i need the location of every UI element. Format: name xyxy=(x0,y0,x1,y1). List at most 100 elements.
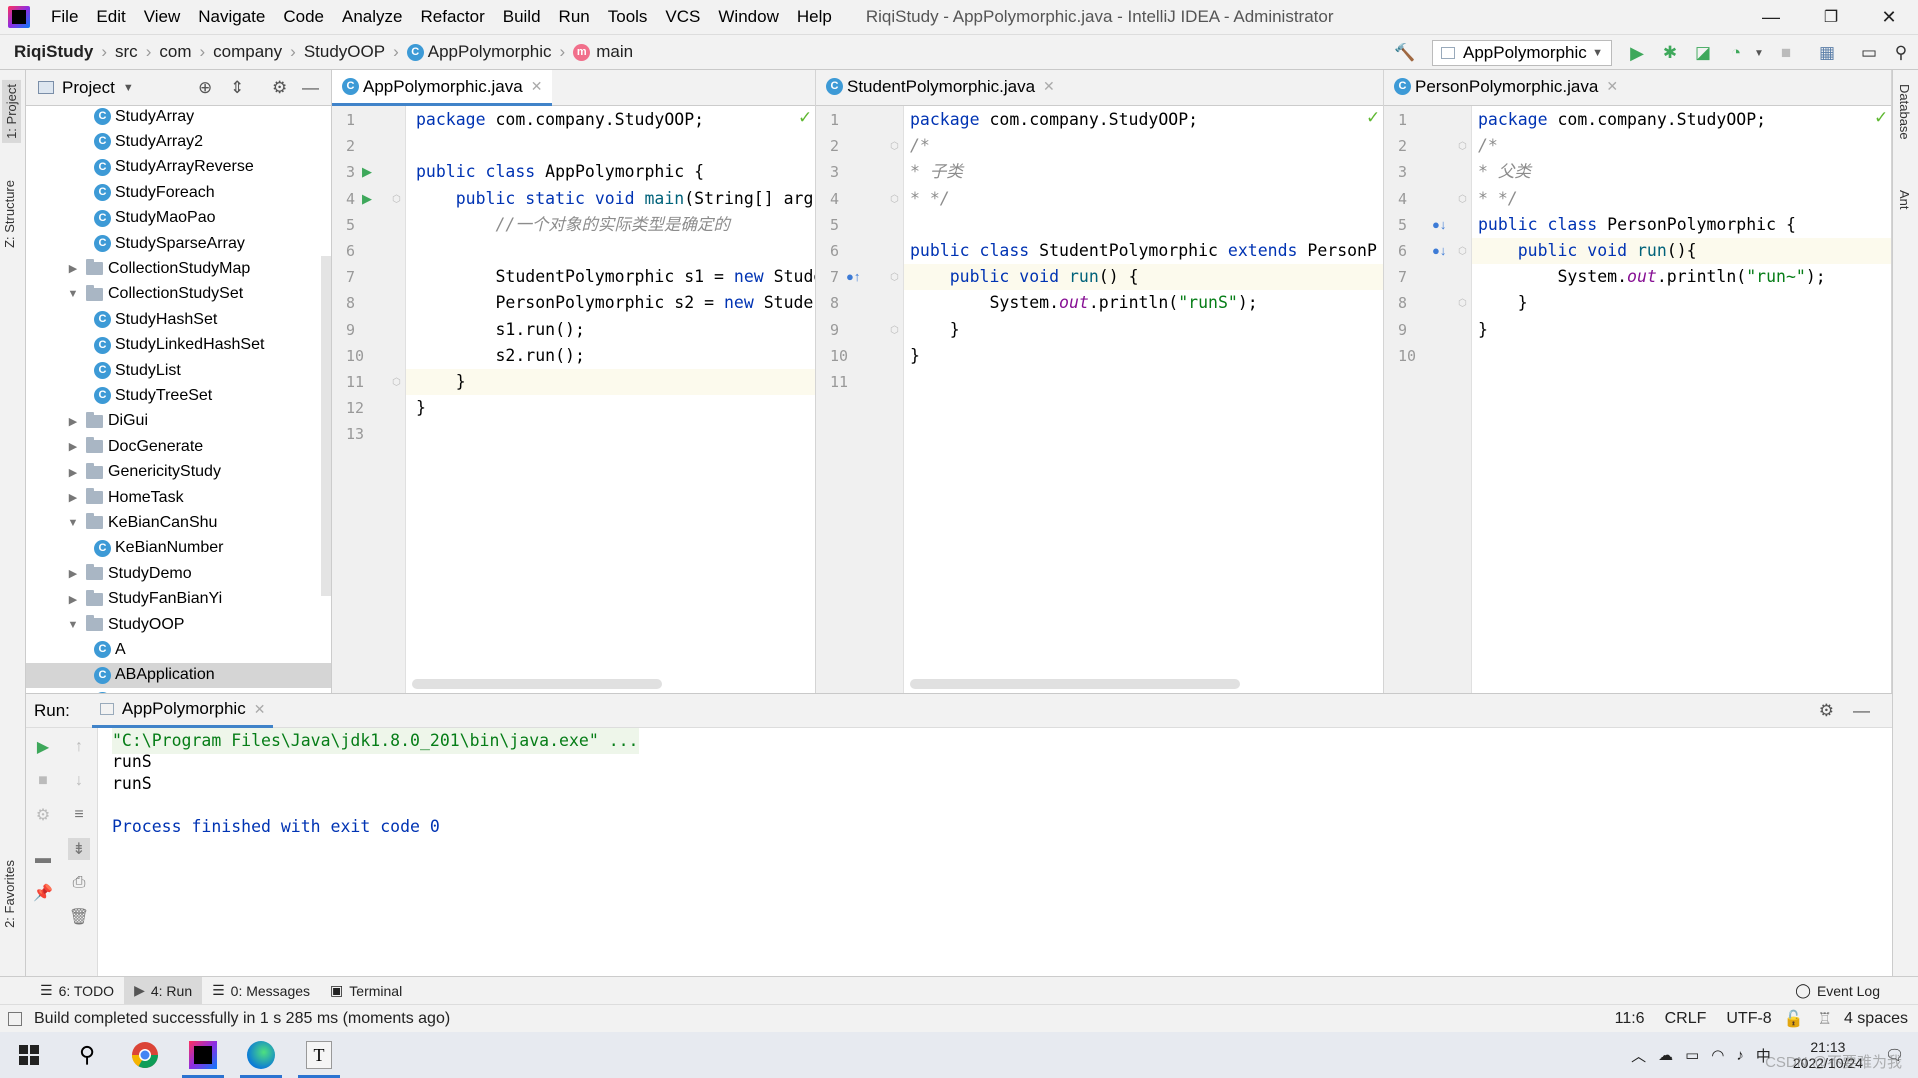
tree-folder[interactable]: ▶ StudyDemo xyxy=(26,561,331,586)
fold-marker-icon[interactable]: ⬡ xyxy=(1458,246,1467,257)
collapsed-arrow-icon[interactable]: ▶ xyxy=(66,415,80,428)
breadcrumb-method[interactable]: m main xyxy=(569,42,637,62)
implemented-marker-icon[interactable]: ●↓ xyxy=(1432,243,1446,258)
tree-folder[interactable]: ▶ DocGenerate xyxy=(26,434,331,459)
tree-class[interactable]: C StudyArray2 xyxy=(26,129,331,154)
file-encoding[interactable]: UTF-8 xyxy=(1726,1010,1771,1028)
locate-icon[interactable]: ⊕ xyxy=(198,78,212,98)
menu-run[interactable]: Run xyxy=(550,0,599,34)
taskbar-chrome[interactable] xyxy=(116,1032,174,1078)
menu-help[interactable]: Help xyxy=(788,0,841,34)
run-gutter-icon[interactable]: ▶ xyxy=(362,164,372,180)
stop-icon[interactable]: ■ xyxy=(32,770,54,792)
menu-edit[interactable]: Edit xyxy=(87,0,134,34)
fold-marker-icon[interactable]: ⬡ xyxy=(890,325,899,336)
event-log-tab[interactable]: ◯ Event Log xyxy=(1785,977,1890,1005)
project-panel-title[interactable]: Project xyxy=(62,78,115,98)
breadcrumb-studyoop[interactable]: StudyOOP xyxy=(300,42,389,62)
implemented-marker-icon[interactable]: ●↓ xyxy=(1432,217,1446,232)
expanded-arrow-icon[interactable]: ▼ xyxy=(66,619,80,631)
breadcrumb-class[interactable]: C AppPolymorphic xyxy=(403,42,556,62)
breadcrumb-src[interactable]: src xyxy=(111,42,142,62)
profile-icon[interactable]: ◔ xyxy=(1725,42,1747,64)
tree-class[interactable]: C KeBianNumber xyxy=(26,536,331,561)
fold-marker-icon[interactable]: ⬡ xyxy=(890,194,899,205)
menu-vcs[interactable]: VCS xyxy=(656,0,709,34)
menu-window[interactable]: Window xyxy=(709,0,787,34)
messages-tab[interactable]: ☰ 0: Messages xyxy=(202,977,320,1005)
tree-folder[interactable]: ▼ CollectionStudySet xyxy=(26,282,331,307)
fold-marker-icon[interactable]: ⬡ xyxy=(1458,194,1467,205)
up-arrow-icon[interactable]: ↑ xyxy=(68,736,90,758)
taskbar-intellij[interactable] xyxy=(174,1032,232,1078)
gear-icon[interactable]: ⚙ xyxy=(272,78,287,98)
horizontal-scrollbar[interactable] xyxy=(412,679,662,689)
down-arrow-icon[interactable]: ↓ xyxy=(68,770,90,792)
project-tool-tab[interactable]: 1: Project xyxy=(2,80,21,143)
taskbar-edge[interactable] xyxy=(232,1032,290,1078)
rerun-icon[interactable]: ▶ xyxy=(32,736,54,758)
close-tab-icon[interactable]: ✕ xyxy=(1606,78,1618,95)
search-icon[interactable]: ⚲ xyxy=(1890,42,1912,64)
taskbar-search-button[interactable]: ⚲ xyxy=(58,1032,116,1078)
breadcrumb-project[interactable]: RiqiStudy xyxy=(10,42,97,62)
tree-class[interactable]: C StudySparseArray xyxy=(26,231,331,256)
tree-class[interactable]: C StudyTreeSet xyxy=(26,383,331,408)
tree-class[interactable]: C StudyMaoPao xyxy=(26,206,331,231)
horizontal-scrollbar[interactable] xyxy=(910,679,1240,689)
editor-tab[interactable]: C PersonPolymorphic.java ✕ xyxy=(1384,70,1628,106)
collapsed-arrow-icon[interactable]: ▶ xyxy=(66,440,80,453)
indent-setting[interactable]: 4 spaces xyxy=(1844,1010,1908,1028)
close-tab-icon[interactable]: ✕ xyxy=(1043,78,1055,95)
run-configuration-select[interactable]: AppPolymorphic ▼ xyxy=(1432,40,1612,66)
fold-marker-icon[interactable]: ⬡ xyxy=(890,272,899,283)
close-tab-icon[interactable]: ✕ xyxy=(254,701,266,718)
fold-marker-icon[interactable]: ⬡ xyxy=(392,194,401,205)
chevron-down-icon[interactable]: ▼ xyxy=(1748,42,1770,64)
expanded-arrow-icon[interactable]: ▼ xyxy=(66,517,80,529)
close-tab-icon[interactable]: ✕ xyxy=(531,78,543,95)
tree-folder[interactable]: ▼ StudyOOP xyxy=(26,612,331,637)
run-icon[interactable]: ▶ xyxy=(1626,42,1648,64)
stop-icon[interactable]: ■ xyxy=(1775,42,1797,64)
todo-tab[interactable]: ☰ 6: TODO xyxy=(30,977,124,1005)
tree-folder[interactable]: ▼ KeBianCanShu xyxy=(26,510,331,535)
console-output[interactable]: "C:\Program Files\Java\jdk1.8.0_201\bin\… xyxy=(98,728,1892,976)
restore-button[interactable]: ❐ xyxy=(1802,0,1860,34)
collapsed-arrow-icon[interactable]: ▶ xyxy=(66,262,80,275)
menu-file[interactable]: File xyxy=(42,0,87,34)
coverage-icon[interactable]: ◪ xyxy=(1692,42,1714,64)
menu-navigate[interactable]: Navigate xyxy=(189,0,274,34)
taskbar-typora[interactable]: T xyxy=(290,1032,348,1078)
tree-class[interactable]: C StudyArrayReverse xyxy=(26,155,331,180)
minimize-button[interactable]: — xyxy=(1742,0,1800,34)
run-tab[interactable]: AppPolymorphic ✕ xyxy=(91,694,274,728)
tree-class[interactable]: CA xyxy=(26,637,331,662)
close-window-button[interactable]: ✕ xyxy=(1860,0,1918,34)
fold-marker-icon[interactable]: ⬡ xyxy=(392,377,401,388)
print-icon[interactable]: ⎙ xyxy=(68,872,90,894)
soft-wrap-icon[interactable]: ≡ xyxy=(68,804,90,826)
tree-folder[interactable]: ▶ GenericityStudy xyxy=(26,460,331,485)
fold-marker-icon[interactable]: ⬡ xyxy=(890,141,899,152)
menu-build[interactable]: Build xyxy=(494,0,550,34)
tree-folder[interactable]: ▶ DiGui xyxy=(26,409,331,434)
trash-icon[interactable]: 🗑 xyxy=(68,906,90,928)
menu-code[interactable]: Code xyxy=(274,0,333,34)
fold-marker-icon[interactable]: ⬡ xyxy=(1458,298,1467,309)
collapse-all-icon[interactable]: ⇕ xyxy=(230,78,244,98)
database-tool-tab[interactable]: Database xyxy=(1897,84,1912,140)
terminal-tab[interactable]: ▣ Terminal xyxy=(320,977,412,1005)
chevron-down-icon[interactable]: ▼ xyxy=(123,82,134,94)
caret-position[interactable]: 11:6 xyxy=(1615,1010,1645,1028)
cloud-icon[interactable]: ☁ xyxy=(1658,1046,1673,1064)
window-icon[interactable]: ▭ xyxy=(1858,42,1880,64)
hide-panel-icon[interactable]: — xyxy=(1853,701,1870,721)
editor-tab[interactable]: C StudentPolymorphic.java ✕ xyxy=(816,70,1065,106)
scroll-to-end-icon[interactable]: ⇟ xyxy=(68,838,90,860)
tree-class[interactable]: C ABApplication xyxy=(26,662,331,688)
tree-folder[interactable]: ▶ HomeTask xyxy=(26,485,331,510)
collapsed-arrow-icon[interactable]: ▶ xyxy=(66,491,80,504)
layout-icon[interactable]: ▬ xyxy=(32,848,54,870)
hide-panel-icon[interactable]: — xyxy=(302,78,319,98)
